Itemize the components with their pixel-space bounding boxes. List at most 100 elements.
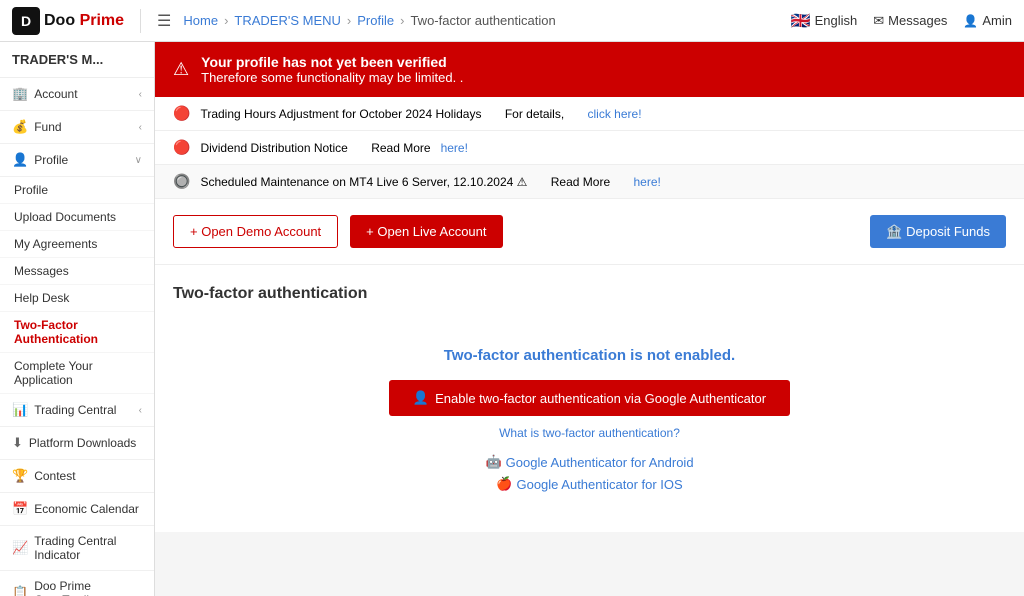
notif-link-3[interactable]: here! bbox=[633, 175, 660, 189]
user-shield-icon: 👤 bbox=[413, 390, 429, 406]
account-label: Account bbox=[34, 87, 77, 101]
submenu-profile[interactable]: Profile bbox=[0, 177, 154, 204]
user-button[interactable]: Amin bbox=[963, 13, 1012, 28]
notif-link-1[interactable]: click here! bbox=[588, 107, 642, 121]
breadcrumb-home[interactable]: Home bbox=[183, 13, 218, 28]
alert-text: Your profile has not yet been verified T… bbox=[201, 54, 463, 85]
alert-banner: ⚠ Your profile has not yet been verified… bbox=[155, 42, 1024, 97]
alert-title: Your profile has not yet been verified bbox=[201, 54, 463, 70]
submenu-my-agreements[interactable]: My Agreements bbox=[0, 231, 154, 258]
submenu-help-desk[interactable]: Help Desk bbox=[0, 285, 154, 312]
user-icon bbox=[963, 13, 978, 28]
submenu-upload-docs[interactable]: Upload Documents bbox=[0, 204, 154, 231]
hamburger-icon[interactable]: ☰ bbox=[157, 11, 171, 31]
tfa-center: Two-factor authentication is not enabled… bbox=[173, 327, 1006, 512]
profile-label: Profile bbox=[34, 153, 68, 167]
submenu-2fa[interactable]: Two-Factor Authentication bbox=[0, 312, 154, 353]
main-layout: TRADER'S M... 🏢 Account ‹ 💰 Fund ‹ 👤 Pro… bbox=[0, 42, 1024, 596]
sidebar-item-contest[interactable]: 🏆 Contest bbox=[0, 460, 154, 493]
android-icon bbox=[485, 454, 501, 470]
open-live-button[interactable]: + Open Live Account bbox=[350, 215, 502, 248]
trading-central-icon: 📊 bbox=[12, 402, 28, 418]
breadcrumb: Home › TRADER'S MENU › Profile › Two-fac… bbox=[183, 13, 778, 28]
navbar: D Doo Prime ☰ Home › TRADER'S MENU › Pro… bbox=[0, 0, 1024, 42]
traders-menu-label: TRADER'S M... bbox=[12, 52, 103, 67]
notif-icon-3: 🔘 bbox=[173, 173, 190, 190]
economic-calendar-label: Economic Calendar bbox=[34, 502, 139, 516]
tfa-disabled-text: Two-factor authentication is not enabled… bbox=[444, 347, 735, 364]
breadcrumb-sep-1: › bbox=[224, 13, 228, 28]
logo-text: Doo Prime bbox=[44, 12, 124, 30]
messages-label: Messages bbox=[888, 13, 947, 28]
sidebar-item-copytrading[interactable]: 📋 Doo Prime CopyTrading bbox=[0, 571, 154, 596]
copytrading-label: Doo Prime CopyTrading bbox=[34, 579, 142, 596]
submenu-messages[interactable]: Messages bbox=[0, 258, 154, 285]
sidebar: TRADER'S M... 🏢 Account ‹ 💰 Fund ‹ 👤 Pro… bbox=[0, 42, 155, 596]
ios-authenticator-link[interactable]: Google Authenticator for IOS bbox=[496, 476, 682, 492]
navbar-right: 🇬🇧 English Messages Amin bbox=[791, 11, 1012, 31]
contest-label: Contest bbox=[34, 469, 75, 483]
breadcrumb-sep-3: › bbox=[400, 13, 404, 28]
notif-link-2[interactable]: here! bbox=[441, 141, 468, 155]
fund-arrow: ‹ bbox=[139, 122, 142, 133]
fund-icon: 💰 bbox=[12, 119, 28, 135]
sidebar-item-trading-central[interactable]: 📊 Trading Central ‹ bbox=[0, 394, 154, 427]
notif-icon-2: 🔴 bbox=[173, 139, 190, 156]
breadcrumb-traders-menu[interactable]: TRADER'S MENU bbox=[234, 13, 341, 28]
notif-suffix-1: For details, bbox=[505, 107, 564, 121]
profile-arrow: ∨ bbox=[135, 155, 142, 166]
notif-icon-1: 🔴 bbox=[173, 105, 190, 122]
messages-button[interactable]: Messages bbox=[873, 13, 947, 29]
notif-suffix-3: Read More bbox=[551, 175, 610, 189]
contest-icon: 🏆 bbox=[12, 468, 28, 484]
copytrading-icon: 📋 bbox=[12, 585, 28, 596]
android-authenticator-link[interactable]: Google Authenticator for Android bbox=[485, 454, 693, 470]
enable-2fa-button[interactable]: 👤 Enable two-factor authentication via G… bbox=[389, 380, 790, 416]
alert-subtitle: Therefore some functionality may be limi… bbox=[201, 70, 463, 85]
open-demo-button[interactable]: + Open Demo Account bbox=[173, 215, 338, 248]
nav-divider bbox=[140, 9, 141, 33]
traders-menu-header[interactable]: TRADER'S M... bbox=[0, 42, 154, 78]
indicator-icon: 📈 bbox=[12, 540, 28, 556]
notif-bar-3: 🔘 Scheduled Maintenance on MT4 Live 6 Se… bbox=[155, 165, 1024, 199]
logo: D Doo Prime bbox=[12, 7, 124, 35]
user-name-label: Amin bbox=[982, 13, 1012, 28]
apple-icon bbox=[496, 476, 512, 492]
tfa-page-title: Two-factor authentication bbox=[173, 285, 1006, 303]
language-label: English bbox=[815, 13, 858, 28]
tc-indicator-label: Trading Central Indicator bbox=[34, 534, 142, 562]
sidebar-item-account[interactable]: 🏢 Account ‹ bbox=[0, 78, 154, 111]
sidebar-item-economic-calendar[interactable]: 📅 Economic Calendar bbox=[0, 493, 154, 526]
flag-icon: 🇬🇧 bbox=[791, 11, 811, 31]
sidebar-item-fund[interactable]: 💰 Fund ‹ bbox=[0, 111, 154, 144]
notif-text-2: Dividend Distribution Notice bbox=[200, 141, 347, 155]
envelope-icon bbox=[873, 13, 884, 29]
breadcrumb-profile[interactable]: Profile bbox=[357, 13, 394, 28]
sidebar-item-platform-downloads[interactable]: ⬇ Platform Downloads bbox=[0, 427, 154, 460]
sidebar-item-tc-indicator[interactable]: 📈 Trading Central Indicator bbox=[0, 526, 154, 571]
notif-bar-1: 🔴 Trading Hours Adjustment for October 2… bbox=[155, 97, 1024, 131]
breadcrumb-sep-2: › bbox=[347, 13, 351, 28]
notif-text-1: Trading Hours Adjustment for October 202… bbox=[200, 107, 481, 121]
breadcrumb-current: Two-factor authentication bbox=[410, 13, 555, 28]
trading-central-label: Trading Central bbox=[34, 403, 116, 417]
account-arrow: ‹ bbox=[139, 89, 142, 100]
fund-label: Fund bbox=[34, 120, 61, 134]
account-icon: 🏢 bbox=[12, 86, 28, 102]
tfa-app-links: Google Authenticator for Android Google … bbox=[485, 454, 693, 492]
notif-prefix-link-2: Read More bbox=[371, 141, 430, 155]
action-buttons-row: + Open Demo Account + Open Live Account … bbox=[155, 199, 1024, 265]
what-is-2fa-link[interactable]: What is two-factor authentication? bbox=[499, 426, 680, 440]
platform-label: Platform Downloads bbox=[29, 436, 136, 450]
submenu-complete-app[interactable]: Complete Your Application bbox=[0, 353, 154, 394]
profile-icon: 👤 bbox=[12, 152, 28, 168]
platform-icon: ⬇ bbox=[12, 435, 23, 451]
tc-arrow: ‹ bbox=[139, 405, 142, 416]
tfa-section: Two-factor authentication Two-factor aut… bbox=[155, 265, 1024, 532]
logo-icon: D bbox=[12, 7, 40, 35]
deposit-button[interactable]: 🏦 Deposit Funds bbox=[870, 215, 1006, 248]
language-button[interactable]: 🇬🇧 English bbox=[791, 11, 858, 31]
sidebar-item-profile[interactable]: 👤 Profile ∨ bbox=[0, 144, 154, 177]
alert-icon: ⚠ bbox=[173, 59, 189, 80]
ios-link-label: Google Authenticator for IOS bbox=[516, 477, 682, 492]
